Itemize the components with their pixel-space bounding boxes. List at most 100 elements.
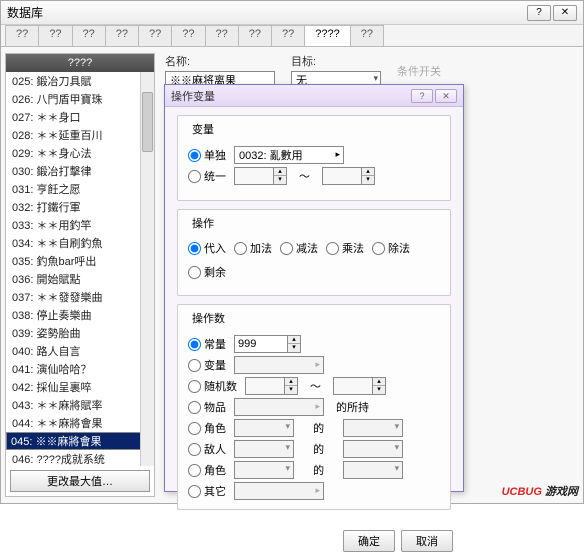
ok-button[interactable]: 确定 — [343, 530, 395, 552]
operand-radio[interactable] — [188, 338, 201, 351]
operand-radio-label[interactable]: 角色 — [188, 420, 226, 436]
operand-radio-label[interactable]: 敌人 — [188, 441, 226, 457]
op-radio[interactable] — [372, 242, 385, 255]
operand-radio-label[interactable]: 物品 — [188, 399, 226, 415]
list-item[interactable]: 041: 演仙哈哈？ — [6, 360, 154, 378]
dialog-help-button[interactable]: ? — [411, 89, 433, 103]
list-item[interactable]: 029: ＊＊身心法 — [6, 144, 154, 162]
list-item[interactable]: 030: 鍛冶打擊律 — [6, 162, 154, 180]
list-item[interactable]: 037: ＊＊發發樂曲 — [6, 288, 154, 306]
variable-group: 变量 单独 0032: 亂數用 统一 ▴▾ ～ ▴▾ — [177, 115, 451, 201]
tab-0[interactable]: ?? — [5, 25, 39, 46]
operand-radio-label[interactable]: 角色 — [188, 462, 226, 478]
operand-select — [234, 482, 324, 500]
single-variable-select[interactable]: 0032: 亂數用 — [234, 146, 344, 164]
op-radio[interactable] — [188, 242, 201, 255]
rand-from — [245, 377, 285, 395]
scrollbar[interactable] — [140, 72, 154, 466]
tab-7[interactable]: ?? — [238, 25, 272, 46]
tab-4[interactable]: ?? — [138, 25, 172, 46]
list-item[interactable]: 035: 釣魚bar呼出 — [6, 252, 154, 270]
list-item[interactable]: 027: ＊＊身口 — [6, 108, 154, 126]
list-item[interactable]: 040: 路人自言 — [6, 342, 154, 360]
tab-10[interactable]: ?? — [350, 25, 384, 46]
operand-radio-label[interactable]: 其它 — [188, 483, 226, 499]
tab-3[interactable]: ?? — [105, 25, 139, 46]
tab-9[interactable]: ???? — [304, 25, 350, 46]
list-item[interactable]: 026: 八門盾甲寶珠 — [6, 90, 154, 108]
op-radio[interactable] — [280, 242, 293, 255]
list-item[interactable]: 031: 亨飪之愿 — [6, 180, 154, 198]
unify-to-input — [322, 167, 362, 185]
op-radio-除法[interactable]: 除法 — [372, 240, 410, 256]
operand-radio[interactable] — [188, 422, 201, 435]
list-item[interactable]: 044: ＊＊麻將會果 — [6, 414, 154, 432]
operand-radio[interactable] — [188, 443, 201, 456]
operand-radio[interactable] — [188, 380, 201, 393]
unify-radio-label[interactable]: 统一 — [188, 168, 226, 184]
name-label: 名称: — [165, 53, 275, 69]
rand-to — [333, 377, 373, 395]
dialog-titlebar: 操作变量 ? ✕ — [165, 85, 463, 107]
list-item[interactable]: 028: ＊＊延重百川 — [6, 126, 154, 144]
op-radio[interactable] — [234, 242, 247, 255]
op-radio-剩余[interactable]: 剩余 — [188, 264, 226, 280]
spinner-icon: ▴▾ — [362, 167, 375, 185]
list-item[interactable]: 036: 開始賦點 — [6, 270, 154, 288]
operand-select-b — [343, 461, 403, 479]
operand-select-b — [343, 440, 403, 458]
tab-8[interactable]: ?? — [271, 25, 305, 46]
list-item[interactable]: 046: ????成就系统 — [6, 450, 154, 466]
operand-radio[interactable] — [188, 359, 201, 372]
tab-2[interactable]: ?? — [72, 25, 106, 46]
condition-switch-label: 条件开关 — [397, 63, 441, 79]
list-item[interactable]: 032: 打鐵行軍 — [6, 198, 154, 216]
cancel-button[interactable]: 取消 — [401, 530, 453, 552]
list-item[interactable]: 033: ＊＊用釣竿 — [6, 216, 154, 234]
operand-radio-label[interactable]: 常量 — [188, 336, 226, 352]
list-item[interactable]: 025: 鍛冶刀具賦 — [6, 72, 154, 90]
dialog-close-button[interactable]: ✕ — [435, 89, 457, 103]
unify-radio[interactable] — [188, 170, 201, 183]
operand-radio-label[interactable]: 随机数 — [188, 378, 237, 394]
left-panel: ???? 025: 鍛冶刀具賦026: 八門盾甲寶珠027: ＊＊身口028: … — [5, 53, 155, 497]
change-max-button[interactable]: 更改最大值… — [10, 470, 150, 492]
constant-input[interactable] — [234, 335, 288, 353]
list-item[interactable]: 034: ＊＊自刷釣魚 — [6, 234, 154, 252]
operand-select-a — [234, 461, 294, 479]
operation-group-title: 操作 — [188, 215, 218, 231]
tab-1[interactable]: ?? — [38, 25, 72, 46]
operand-select — [234, 398, 324, 416]
window-titlebar: 数据库 ? ✕ — [1, 1, 583, 25]
op-radio-减法[interactable]: 减法 — [280, 240, 318, 256]
operand-radio-label[interactable]: 变量 — [188, 357, 226, 373]
spinner-icon[interactable]: ▴▾ — [288, 335, 301, 353]
op-radio-加法[interactable]: 加法 — [234, 240, 272, 256]
list-item[interactable]: 045: ※※麻將會果 — [6, 432, 154, 450]
list-item[interactable]: 038: 停止奏樂曲 — [6, 306, 154, 324]
list-item[interactable]: 043: ＊＊麻將賦率 — [6, 396, 154, 414]
op-radio-代入[interactable]: 代入 — [188, 240, 226, 256]
tabs-bar: ???????????????????????? — [1, 25, 583, 47]
op-radio[interactable] — [188, 266, 201, 279]
op-radio[interactable] — [326, 242, 339, 255]
item-list[interactable]: 025: 鍛冶刀具賦026: 八門盾甲寶珠027: ＊＊身口028: ＊＊延重百… — [6, 72, 154, 466]
tab-6[interactable]: ?? — [205, 25, 239, 46]
help-button[interactable]: ? — [527, 5, 551, 21]
dialog-body: 变量 单独 0032: 亂數用 统一 ▴▾ ～ ▴▾ 操作 代入加法减法乘法除法… — [165, 107, 463, 526]
single-radio-label[interactable]: 单独 — [188, 147, 226, 163]
operate-variable-dialog: 操作变量 ? ✕ 变量 单独 0032: 亂數用 统一 ▴▾ ～ ▴▾ 操作 代… — [164, 84, 464, 492]
tab-5[interactable]: ?? — [171, 25, 205, 46]
operand-radio[interactable] — [188, 485, 201, 498]
operand-radio[interactable] — [188, 401, 201, 414]
operand-radio[interactable] — [188, 464, 201, 477]
scrollbar-thumb[interactable] — [142, 92, 153, 152]
list-item[interactable]: 042: 採仙呈裏啐 — [6, 378, 154, 396]
single-radio[interactable] — [188, 149, 201, 162]
close-button[interactable]: ✕ — [553, 5, 577, 21]
op-radio-乘法[interactable]: 乘法 — [326, 240, 364, 256]
unify-from-input — [234, 167, 274, 185]
list-item[interactable]: 039: 姿勢胎曲 — [6, 324, 154, 342]
window-controls: ? ✕ — [527, 5, 577, 21]
operand-select-b — [343, 419, 403, 437]
